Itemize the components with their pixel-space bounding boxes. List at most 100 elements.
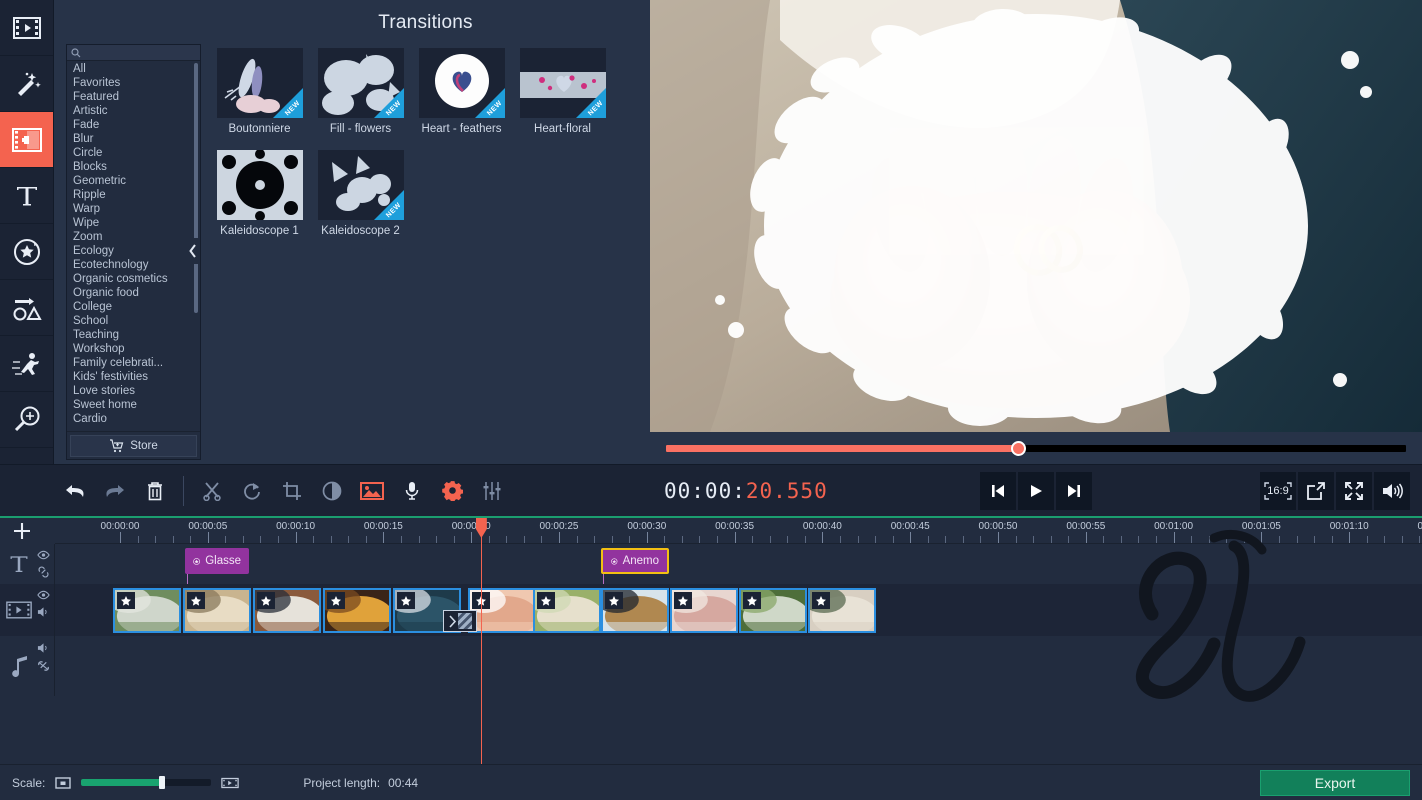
category-item-circle[interactable]: Circle bbox=[67, 146, 200, 160]
redo-button[interactable] bbox=[99, 472, 131, 510]
delete-button[interactable] bbox=[139, 472, 171, 510]
scale-handle[interactable] bbox=[158, 776, 165, 789]
clip-favorite-star-icon[interactable] bbox=[187, 592, 205, 609]
transition-tile-kaleidoscope-2[interactable]: NEW Kaleidoscope 2 bbox=[310, 150, 411, 238]
category-item-warp[interactable]: Warp bbox=[67, 202, 200, 216]
rail-item-titles[interactable] bbox=[0, 168, 53, 224]
clip-favorite-star-icon[interactable] bbox=[397, 592, 415, 609]
category-list[interactable]: All Favorites Featured Artistic Fade Blur Circ… bbox=[67, 61, 200, 431]
timeline-clip[interactable] bbox=[323, 588, 391, 633]
rail-item-filters[interactable] bbox=[0, 336, 53, 392]
split-button[interactable] bbox=[196, 472, 228, 510]
clip-favorite-star-icon[interactable] bbox=[812, 592, 830, 609]
timeline-clip[interactable] bbox=[808, 588, 876, 633]
category-item-organic-food[interactable]: Organic food bbox=[67, 286, 200, 300]
clip-favorite-star-icon[interactable] bbox=[537, 592, 555, 609]
transition-tile-kaleidoscope-1[interactable]: Kaleidoscope 1 bbox=[209, 150, 310, 238]
rail-item-stickers[interactable] bbox=[0, 224, 53, 280]
category-item-family-celebrati[interactable]: Family celebrati... bbox=[67, 356, 200, 370]
rail-item-magic-wand[interactable] bbox=[0, 56, 53, 112]
unlink-icon[interactable] bbox=[37, 660, 50, 672]
store-button[interactable]: Store bbox=[70, 435, 197, 457]
playhead[interactable] bbox=[475, 518, 487, 764]
scale-slider[interactable] bbox=[81, 776, 212, 789]
record-audio-button[interactable] bbox=[396, 472, 428, 510]
category-item-ripple[interactable]: Ripple bbox=[67, 188, 200, 202]
next-frame-button[interactable] bbox=[1056, 472, 1092, 510]
timeline-clip[interactable] bbox=[183, 588, 251, 633]
zoom-out-frame-icon[interactable] bbox=[55, 776, 72, 790]
category-item-fade[interactable]: Fade bbox=[67, 118, 200, 132]
category-item-ecology[interactable]: Ecology bbox=[67, 244, 200, 258]
transition-tile-heart-floral[interactable]: NEW Heart-floral bbox=[512, 48, 613, 136]
clip-favorite-star-icon[interactable] bbox=[117, 592, 135, 609]
category-item-college[interactable]: College bbox=[67, 300, 200, 314]
clip-favorite-star-icon[interactable] bbox=[257, 592, 275, 609]
category-scrollbar[interactable] bbox=[194, 63, 198, 313]
collapse-panel-button[interactable] bbox=[186, 238, 200, 264]
previous-frame-button[interactable] bbox=[980, 472, 1016, 510]
timeline-sticker[interactable]: Glasse bbox=[185, 548, 249, 574]
rail-item-pan-and-zoom[interactable] bbox=[0, 392, 53, 448]
zoom-in-frame-icon[interactable] bbox=[221, 776, 240, 790]
eye-icon[interactable] bbox=[37, 590, 50, 600]
category-item-workshop[interactable]: Workshop bbox=[67, 342, 200, 356]
timeline-clip[interactable] bbox=[739, 588, 807, 633]
preview-player[interactable] bbox=[650, 0, 1422, 432]
seek-handle[interactable] bbox=[1010, 440, 1026, 456]
eye-icon[interactable] bbox=[37, 550, 50, 560]
clip-favorite-star-icon[interactable] bbox=[327, 592, 345, 609]
speaker-icon[interactable] bbox=[37, 606, 50, 618]
category-item-favorites[interactable]: Favorites bbox=[67, 76, 200, 90]
category-item-blur[interactable]: Blur bbox=[67, 132, 200, 146]
rail-item-import-media[interactable] bbox=[0, 0, 53, 56]
undo-button[interactable] bbox=[59, 472, 91, 510]
clip-favorite-star-icon[interactable] bbox=[743, 592, 761, 609]
category-item-kids-festivities[interactable]: Kids' festivities bbox=[67, 370, 200, 384]
category-item-love-stories[interactable]: Love stories bbox=[67, 384, 200, 398]
link-icon[interactable] bbox=[37, 566, 50, 578]
audio-mixer-button[interactable] bbox=[476, 472, 508, 510]
category-item-artistic[interactable]: Artistic bbox=[67, 104, 200, 118]
category-item-all[interactable]: All bbox=[67, 62, 200, 76]
category-item-school[interactable]: School bbox=[67, 314, 200, 328]
clip-favorite-star-icon[interactable] bbox=[674, 592, 692, 609]
category-item-blocks[interactable]: Blocks bbox=[67, 160, 200, 174]
transition-tile-heart-feathers[interactable]: NEW Heart - feathers bbox=[411, 48, 512, 136]
category-item-zoom[interactable]: Zoom bbox=[67, 230, 200, 244]
category-item-geometric[interactable]: Geometric bbox=[67, 174, 200, 188]
audio-lane[interactable] bbox=[55, 636, 1422, 696]
category-item-organic-cosmetics[interactable]: Organic cosmetics bbox=[67, 272, 200, 286]
seek-slider[interactable] bbox=[666, 440, 1406, 456]
add-track-button[interactable] bbox=[10, 519, 34, 543]
timeline-sticker[interactable]: Anemo bbox=[601, 548, 669, 574]
category-item-wipe[interactable]: Wipe bbox=[67, 216, 200, 230]
clip-properties-button[interactable] bbox=[436, 472, 468, 510]
detach-preview-button[interactable] bbox=[1298, 472, 1334, 510]
video-lane[interactable] bbox=[55, 584, 1422, 636]
fullscreen-button[interactable] bbox=[1336, 472, 1372, 510]
aspect-ratio-button[interactable]: 16:9 bbox=[1260, 472, 1296, 510]
search-input[interactable] bbox=[67, 44, 217, 61]
rail-item-transitions[interactable] bbox=[0, 112, 53, 168]
transition-tile-boutonniere[interactable]: NEW Boutonniere bbox=[209, 48, 310, 136]
category-item-cardio[interactable]: Cardio bbox=[67, 412, 200, 426]
transition-marker[interactable] bbox=[443, 610, 477, 632]
timeline-clip[interactable] bbox=[533, 588, 601, 633]
play-button[interactable] bbox=[1018, 472, 1054, 510]
titles-lane[interactable]: Glasse Anemo bbox=[55, 544, 1422, 586]
crop-button[interactable] bbox=[276, 472, 308, 510]
speaker-icon[interactable] bbox=[37, 642, 50, 654]
color-adjust-button[interactable] bbox=[316, 472, 348, 510]
volume-button[interactable] bbox=[1374, 472, 1410, 510]
image-tools-button[interactable] bbox=[356, 472, 388, 510]
category-item-featured[interactable]: Featured bbox=[67, 90, 200, 104]
rotate-button[interactable] bbox=[236, 472, 268, 510]
export-button[interactable]: Export bbox=[1260, 770, 1410, 796]
category-item-ecotechnology[interactable]: Ecotechnology bbox=[67, 258, 200, 272]
timeline-clip[interactable] bbox=[601, 588, 669, 633]
timeline-clip[interactable] bbox=[253, 588, 321, 633]
category-item-teaching[interactable]: Teaching bbox=[67, 328, 200, 342]
timeline-ruler[interactable]: 00:00:00 00:00:05 00:00:10 00:00:15 00:00:20… bbox=[55, 518, 1422, 544]
clip-favorite-star-icon[interactable] bbox=[605, 592, 623, 609]
